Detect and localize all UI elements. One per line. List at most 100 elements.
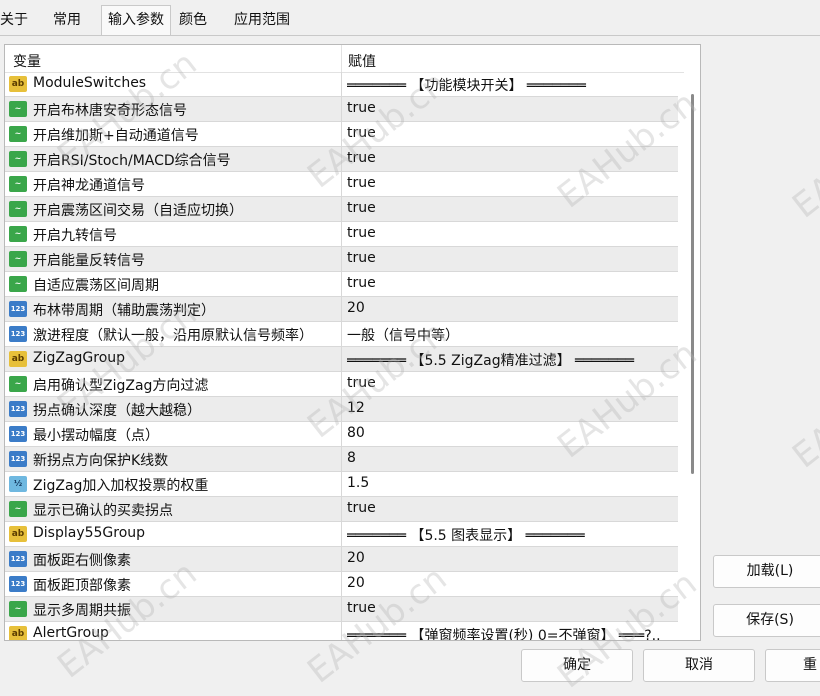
table-row[interactable]: ab ZigZagGroup ═══════ 【5.5 ZigZag精准过滤】 ══…: [5, 347, 678, 372]
variable-name: ModuleSwitches: [33, 75, 147, 91]
table-row[interactable]: 123 面板距右侧像素 20: [5, 547, 678, 572]
table-row[interactable]: 123 布林带周期（辅助震荡判定） 20: [5, 297, 678, 322]
table-row[interactable]: ~ 显示多周期共振 true: [5, 597, 678, 622]
table-row[interactable]: ~ 开启能量反转信号 true: [5, 247, 678, 272]
vertical-scrollbar[interactable]: [684, 72, 700, 640]
bool-type-icon: ~: [9, 601, 27, 617]
bool-type-icon: ~: [9, 151, 27, 167]
table-row[interactable]: ab Display55Group ═══════ 【5.5 图表显示】 ═════…: [5, 522, 678, 547]
table-row[interactable]: ~ 显示已确认的买卖拐点 true: [5, 497, 678, 522]
variable-value[interactable]: true: [347, 100, 677, 116]
table-row[interactable]: ab AlertGroup ═══════ 【弹窗频率设置(秒) 0=不弹窗】 ══…: [5, 622, 678, 640]
table-header: 变量 赋值: [5, 45, 700, 73]
variable-value[interactable]: ═══════ 【弹窗频率设置(秒) 0=不弹窗】 ═══?..: [347, 625, 677, 640]
variable-name: 最小摆动幅度（点）: [33, 428, 159, 444]
table-row[interactable]: ~ 开启RSI/Stoch/MACD综合信号 true: [5, 147, 678, 172]
variable-value[interactable]: 8: [347, 450, 677, 466]
load-button[interactable]: 加载(L): [713, 555, 820, 588]
column-divider: [341, 72, 342, 97]
tab-inputs[interactable]: 输入参数: [101, 5, 171, 36]
table-row[interactable]: ~ 开启震荡区间交易（自适应切换） true: [5, 197, 678, 222]
integer-type-icon: 123: [9, 576, 27, 592]
tab-colors[interactable]: 颜色: [173, 8, 213, 35]
variable-value[interactable]: true: [347, 175, 677, 191]
variable-value[interactable]: ═══════ 【5.5 ZigZag精准过滤】 ═══════: [347, 350, 677, 370]
variable-value[interactable]: true: [347, 150, 677, 166]
variable-name: 面板距右侧像素: [33, 553, 131, 569]
column-divider: [341, 597, 342, 622]
table-row[interactable]: ~ 开启布林唐安奇形态信号 true: [5, 97, 678, 122]
variable-name: 启用确认型ZigZag方向过滤: [33, 378, 209, 394]
integer-type-icon: 123: [9, 401, 27, 417]
column-divider: [341, 422, 342, 447]
table-row[interactable]: 123 激进程度（默认一般，沿用原默认信号频率） 一般（信号中等）: [5, 322, 678, 347]
save-button[interactable]: 保存(S): [713, 604, 820, 637]
table-row[interactable]: ½ ZigZag加入加权投票的权重 1.5: [5, 472, 678, 497]
variable-name: 显示多周期共振: [33, 603, 131, 619]
variable-value[interactable]: 20: [347, 575, 677, 591]
variable-name: 激进程度（默认一般，沿用原默认信号频率）: [33, 328, 313, 344]
column-divider: [341, 347, 342, 372]
variable-value[interactable]: true: [347, 200, 677, 216]
variable-name: 开启九转信号: [33, 228, 117, 244]
ok-button[interactable]: 确定: [521, 649, 633, 682]
variable-name: 开启RSI/Stoch/MACD综合信号: [33, 153, 231, 169]
column-divider: [341, 197, 342, 222]
tab-about[interactable]: 关于: [0, 8, 34, 35]
bool-type-icon: ~: [9, 376, 27, 392]
table-row[interactable]: ~ 自适应震荡区间周期 true: [5, 272, 678, 297]
column-divider: [341, 447, 342, 472]
variable-value[interactable]: true: [347, 500, 677, 516]
variable-value[interactable]: ═══════ 【5.5 图表显示】 ═══════: [347, 525, 677, 545]
header-variable[interactable]: 变量: [13, 51, 41, 71]
watermark: EAHub.cn: [785, 343, 820, 477]
tab-common[interactable]: 常用: [47, 8, 87, 35]
column-divider: [341, 147, 342, 172]
variable-value[interactable]: 12: [347, 400, 677, 416]
string-type-icon: ab: [9, 76, 27, 92]
table-row[interactable]: 123 面板距顶部像素 20: [5, 572, 678, 597]
variable-value[interactable]: 20: [347, 300, 677, 316]
variable-value[interactable]: true: [347, 225, 677, 241]
table-row[interactable]: ~ 开启神龙通道信号 true: [5, 172, 678, 197]
reset-button[interactable]: 重: [765, 649, 820, 682]
column-divider: [341, 272, 342, 297]
variable-name: 面板距顶部像素: [33, 578, 131, 594]
column-divider: [341, 97, 342, 122]
cancel-button[interactable]: 取消: [643, 649, 755, 682]
integer-type-icon: 123: [9, 426, 27, 442]
variable-value[interactable]: 一般（信号中等）: [347, 325, 677, 345]
bool-type-icon: ~: [9, 251, 27, 267]
variable-value[interactable]: true: [347, 375, 677, 391]
variable-value[interactable]: ═══════ 【功能模块开关】 ═══════: [347, 75, 677, 95]
table-row[interactable]: ~ 开启维加斯+自动通道信号 true: [5, 122, 678, 147]
variable-value[interactable]: true: [347, 275, 677, 291]
table-row[interactable]: 123 新拐点方向保护K线数 8: [5, 447, 678, 472]
integer-type-icon: 123: [9, 301, 27, 317]
variable-name: 自适应震荡区间周期: [33, 278, 159, 294]
table-row[interactable]: ~ 开启九转信号 true: [5, 222, 678, 247]
bool-type-icon: ~: [9, 226, 27, 242]
column-divider: [341, 122, 342, 147]
header-divider[interactable]: [341, 45, 342, 72]
variable-name: 新拐点方向保护K线数: [33, 453, 169, 469]
header-value[interactable]: 赋值: [348, 51, 376, 71]
table-row[interactable]: ab ModuleSwitches ═══════ 【功能模块开关】 ═══════: [5, 72, 678, 97]
variable-value[interactable]: 80: [347, 425, 677, 441]
variable-name: 拐点确认深度（越大越稳）: [33, 403, 201, 419]
table-row[interactable]: 123 最小摆动幅度（点） 80: [5, 422, 678, 447]
bool-type-icon: ~: [9, 101, 27, 117]
variable-value[interactable]: true: [347, 125, 677, 141]
table-row[interactable]: ~ 启用确认型ZigZag方向过滤 true: [5, 372, 678, 397]
variable-value[interactable]: 1.5: [347, 475, 677, 491]
column-divider: [341, 297, 342, 322]
variable-value[interactable]: true: [347, 600, 677, 616]
tab-scope[interactable]: 应用范围: [228, 8, 296, 35]
scrollbar-thumb[interactable]: [691, 94, 694, 474]
variable-value[interactable]: true: [347, 250, 677, 266]
variable-value[interactable]: 20: [347, 550, 677, 566]
variable-name: 显示已确认的买卖拐点: [33, 503, 173, 519]
table-row[interactable]: 123 拐点确认深度（越大越稳） 12: [5, 397, 678, 422]
integer-type-icon: 123: [9, 326, 27, 342]
integer-type-icon: 123: [9, 551, 27, 567]
